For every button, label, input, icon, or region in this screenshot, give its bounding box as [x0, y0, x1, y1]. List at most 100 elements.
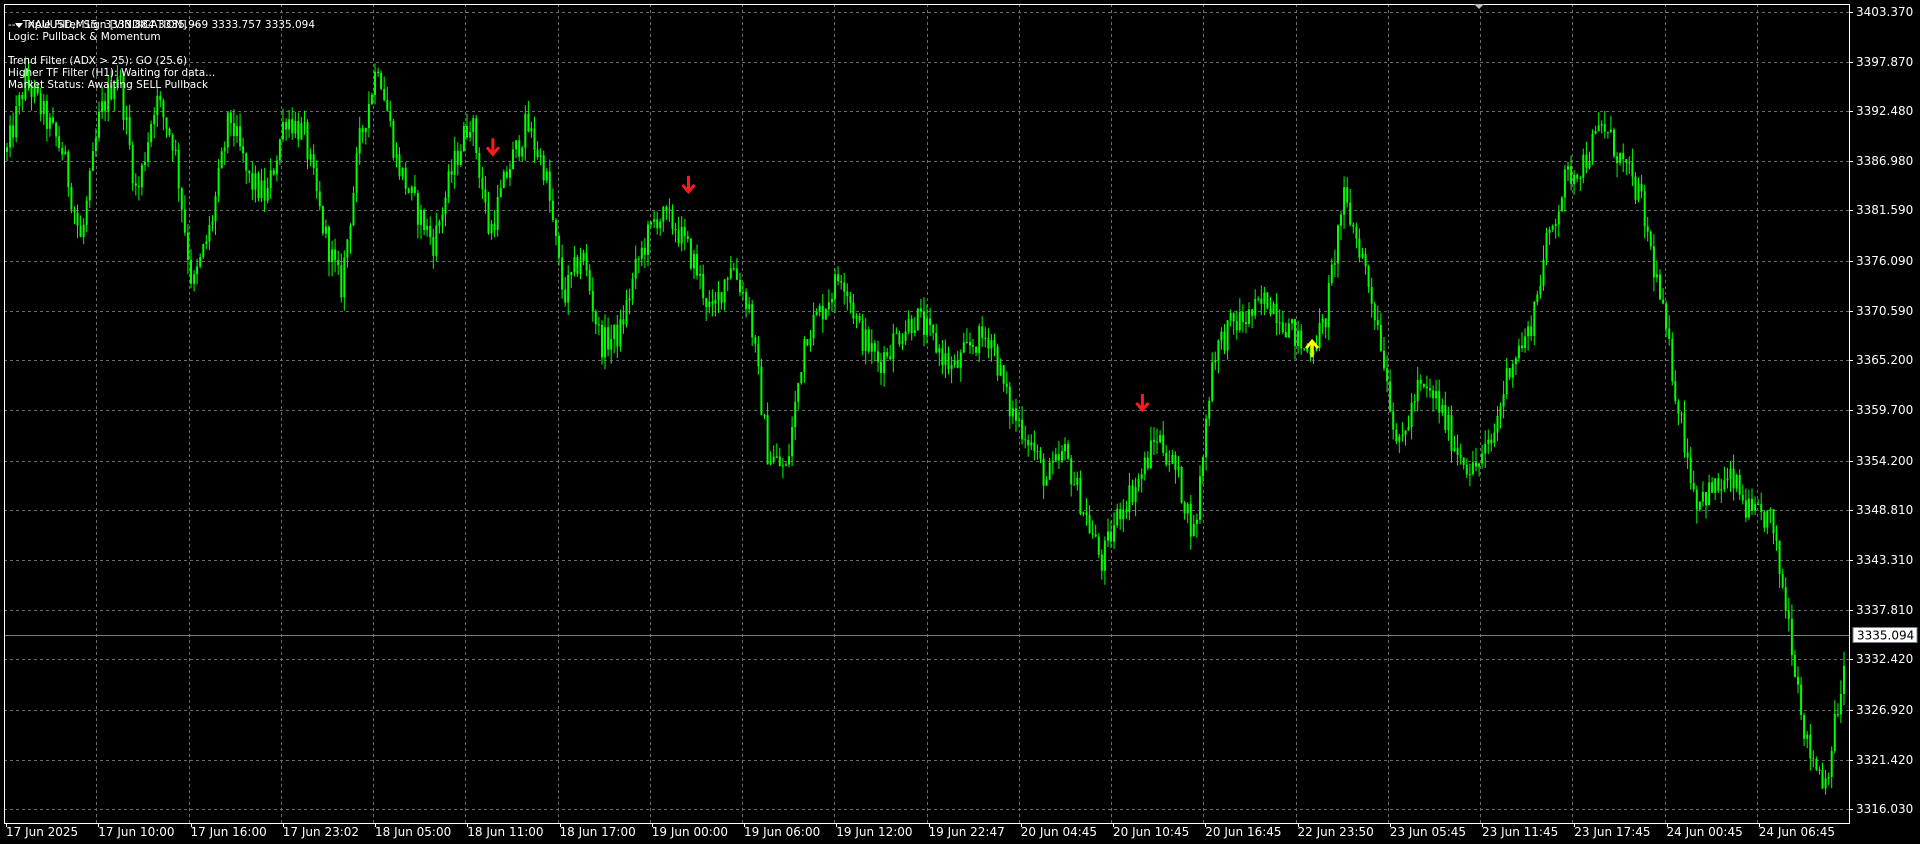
candle [855, 313, 858, 329]
candle [1174, 451, 1177, 484]
candle [1189, 495, 1192, 550]
price-chart[interactable]: 3403.370 3397.870 3392.480 3386.980 3381.590… [0, 0, 1920, 844]
candle [582, 249, 585, 266]
candle [1619, 152, 1622, 166]
candle [864, 317, 867, 365]
candle [226, 112, 229, 154]
candle [229, 110, 232, 137]
candle [941, 340, 944, 375]
candle [1159, 430, 1162, 444]
candle [1419, 374, 1422, 391]
candle [883, 346, 886, 387]
candle [131, 141, 134, 192]
candle [171, 133, 174, 162]
candle [1839, 680, 1842, 723]
candle [1340, 210, 1342, 241]
candle [236, 114, 238, 143]
candle [1505, 357, 1508, 399]
candle [291, 107, 294, 140]
candle [622, 305, 625, 334]
candle [509, 162, 511, 186]
candle [1186, 502, 1189, 524]
candle [800, 371, 803, 385]
candle [659, 218, 662, 236]
candle [1223, 324, 1226, 354]
y-tick-label: 3321.420 [1856, 753, 1913, 767]
candle [429, 216, 432, 245]
candle [1456, 434, 1459, 466]
x-tick-label: 24 Jun 00:45 [1667, 825, 1743, 839]
candle [1149, 426, 1152, 470]
candle [772, 445, 775, 464]
candle [1821, 762, 1824, 789]
candle [1238, 298, 1241, 333]
chart-grid [4, 4, 1850, 823]
candle [953, 354, 956, 368]
candle [1738, 469, 1741, 501]
candle [975, 346, 978, 356]
y-tick-label: 3397.870 [1856, 55, 1913, 69]
candle [352, 186, 355, 227]
candle [1156, 428, 1158, 454]
indicator-line: Trend Filter (ADX > 25): GO (25.6) [8, 55, 188, 67]
candle [1327, 275, 1330, 341]
candle [1579, 175, 1582, 191]
candle [472, 115, 475, 147]
candle [309, 148, 312, 167]
candle [1438, 379, 1441, 424]
indicator-line: Market Status: Awaiting SELL Pullback [8, 79, 209, 91]
candle [628, 288, 631, 315]
candle [1008, 382, 1011, 429]
candle [1695, 485, 1698, 524]
candle [469, 121, 472, 142]
candle [502, 169, 505, 189]
candle [932, 324, 935, 341]
candle [640, 241, 643, 266]
candle [809, 330, 812, 352]
candle [1287, 318, 1290, 339]
candle [726, 276, 729, 292]
candle [729, 255, 732, 280]
candle [1499, 402, 1502, 429]
candle [285, 118, 288, 141]
candle [668, 198, 671, 222]
candle [42, 94, 45, 126]
candle [775, 443, 778, 459]
candle [321, 205, 324, 236]
candle [604, 314, 606, 370]
candle [745, 288, 748, 318]
candle [1116, 503, 1119, 528]
candle [1471, 450, 1474, 476]
candle [147, 132, 150, 168]
candle [1698, 501, 1701, 512]
candle [1478, 462, 1481, 477]
candle [416, 189, 419, 239]
candle [484, 175, 487, 214]
candle [1113, 512, 1116, 549]
candle [1747, 489, 1750, 520]
candle [591, 277, 594, 322]
candle [462, 121, 465, 152]
candle [831, 292, 833, 312]
candle [1548, 226, 1551, 245]
candle [1128, 472, 1131, 521]
candle [585, 244, 588, 277]
candle [1542, 245, 1545, 291]
candle [643, 237, 646, 269]
candle [935, 324, 938, 354]
candle [1830, 746, 1833, 789]
candle [1567, 161, 1569, 182]
candle [1119, 502, 1122, 530]
candle [1195, 513, 1198, 538]
candle [515, 140, 518, 159]
candle [88, 167, 91, 208]
candle [459, 144, 462, 167]
candle [1800, 676, 1803, 721]
candle [1674, 370, 1677, 405]
candle [1011, 400, 1014, 424]
candle [55, 121, 58, 147]
candle [180, 186, 183, 223]
candle [1343, 176, 1346, 229]
candle [423, 208, 426, 236]
candle [757, 335, 760, 375]
